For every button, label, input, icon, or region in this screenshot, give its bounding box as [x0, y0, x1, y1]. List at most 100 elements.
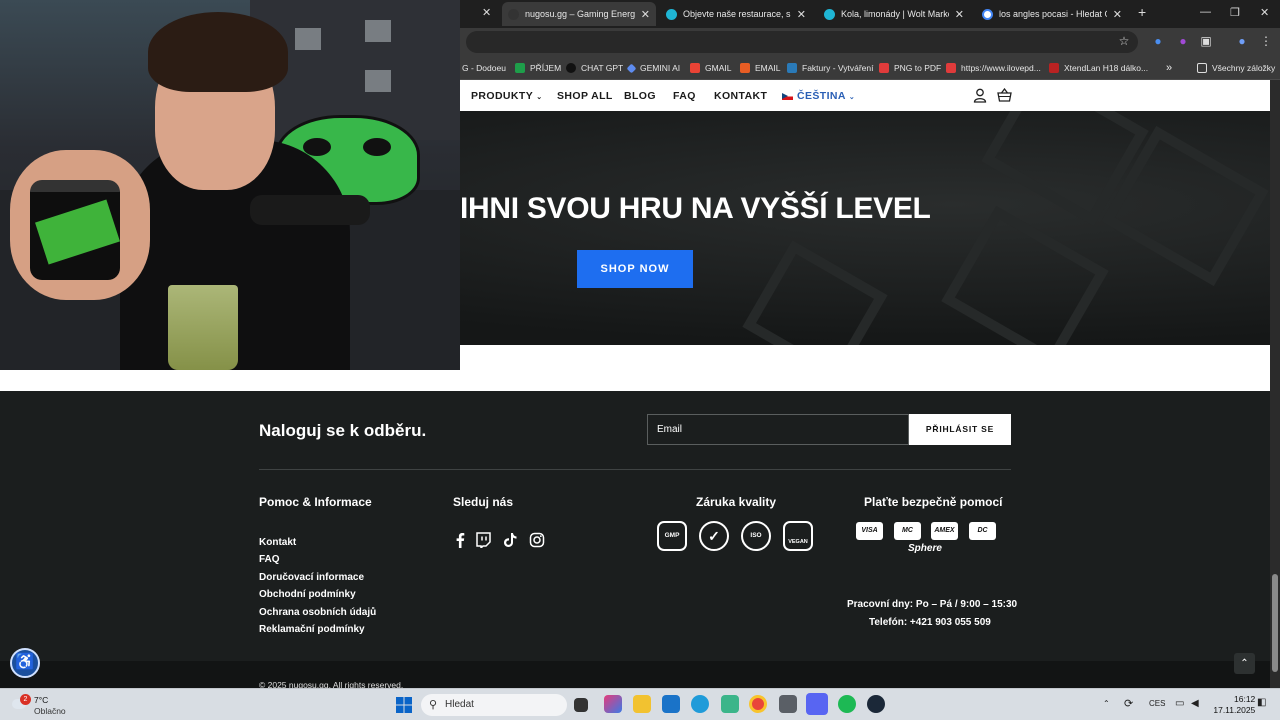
- gemini-icon: [626, 63, 637, 73]
- tiktok-icon[interactable]: [502, 532, 518, 548]
- start-icon[interactable]: [396, 697, 412, 713]
- network-icon[interactable]: ▭: [1175, 698, 1184, 709]
- footer-link-privacy[interactable]: Ochrana osobních údajů: [259, 607, 376, 618]
- new-tab-icon[interactable]: +: [1138, 4, 1146, 20]
- footer-link-kontakt[interactable]: Kontakt: [259, 537, 296, 548]
- folder-icon: [1197, 63, 1207, 73]
- close-icon[interactable]: ✕: [641, 8, 650, 21]
- chevron-down-icon: ⌄: [848, 94, 856, 101]
- extension-icon[interactable]: ●: [1151, 34, 1165, 48]
- instagram-icon[interactable]: [529, 532, 545, 548]
- sync-icon[interactable]: ⟳: [1124, 697, 1133, 710]
- tab-nugosu[interactable]: nugosu.gg – Gaming Energy ✕: [502, 2, 656, 26]
- nav-faq[interactable]: FAQ: [673, 90, 696, 102]
- payment-heading: Plaťte bezpečně pomocí: [864, 495, 1003, 509]
- url-field[interactable]: [466, 31, 1138, 53]
- footer-link-terms[interactable]: Obchodní podmínky: [259, 589, 356, 600]
- tab-restaurace[interactable]: Objevte naše restaurace, super ✕: [660, 2, 812, 26]
- tab-wolt-market[interactable]: Kola, limonády | Wolt Market M ✕: [818, 2, 970, 26]
- close-icon[interactable]: ✕: [1113, 8, 1122, 21]
- bookmark-item[interactable]: https://www.ilovepd...: [946, 61, 1041, 75]
- footer-link-faq[interactable]: FAQ: [259, 554, 280, 565]
- screen: ✕ nugosu.gg – Gaming Energy ✕ Objevte na…: [0, 0, 1280, 720]
- nav-blog[interactable]: BLOG: [624, 90, 656, 102]
- subscribe-button[interactable]: PŘIHLÁSIT SE: [909, 414, 1011, 445]
- close-icon[interactable]: ✕: [797, 8, 806, 21]
- edge-icon[interactable]: [691, 695, 709, 713]
- bookmark-item[interactable]: PŘÍJEM: [515, 61, 561, 75]
- calculator-icon[interactable]: [779, 695, 797, 713]
- phone-number[interactable]: Telefón: +421 903 055 509: [869, 617, 991, 628]
- close-icon[interactable]: ✕: [955, 8, 964, 21]
- google-favicon-icon: [982, 8, 993, 20]
- clock[interactable]: 16:12 17.11.2025: [1212, 694, 1255, 716]
- bookmark-label: GEMINI AI: [640, 63, 681, 73]
- bookmark-item[interactable]: PNG to PDF: [879, 61, 941, 75]
- footer-link-complaints[interactable]: Reklamační podmínky: [259, 624, 365, 635]
- accessibility-icon[interactable]: ♿: [10, 648, 40, 678]
- weather-widget[interactable]: 2 7°C Oblačno: [8, 693, 88, 717]
- tab-close-icon[interactable]: ✕: [482, 6, 491, 19]
- star-icon[interactable]: ☆: [1117, 34, 1131, 48]
- volume-icon[interactable]: ◀: [1191, 698, 1199, 709]
- notification-badge: 2: [20, 694, 31, 705]
- bookmark-item[interactable]: CHAT GPT: [566, 61, 623, 75]
- nav-kontakt[interactable]: KONTAKT: [714, 90, 767, 102]
- cart-icon[interactable]: [997, 88, 1012, 103]
- search-placeholder: Hledat: [445, 699, 474, 710]
- input-language[interactable]: CES: [1149, 699, 1165, 708]
- site-footer: Naloguj se k odběru. Email PŘIHLÁSIT SE …: [0, 391, 1270, 690]
- app-icon[interactable]: [721, 695, 739, 713]
- bookmark-item[interactable]: G - Dodoeu: [462, 61, 506, 75]
- email-field[interactable]: Email: [647, 414, 909, 445]
- tray-chevron-icon[interactable]: ⌃: [1103, 699, 1110, 708]
- nav-shop-all[interactable]: SHOP ALL: [557, 90, 613, 102]
- nav-produkty[interactable]: PRODUKTY ⌄: [471, 90, 543, 102]
- discord-icon[interactable]: [806, 693, 828, 715]
- shop-now-button[interactable]: SHOP NOW: [577, 250, 693, 288]
- bookmark-item[interactable]: EMAIL: [740, 61, 781, 75]
- scrollbar-thumb[interactable]: [1272, 574, 1278, 672]
- language-selector[interactable]: ČEŠTINA ⌄: [782, 90, 855, 102]
- bookmark-label: XtendLan H18 dálko...: [1064, 63, 1149, 73]
- bookmark-item[interactable]: XtendLan H18 dálko...: [1049, 61, 1148, 75]
- spotify-icon[interactable]: [838, 695, 856, 713]
- nav-label: PRODUKTY: [471, 90, 533, 102]
- file-explorer-icon[interactable]: [633, 695, 651, 713]
- window-close-icon[interactable]: ✕: [1260, 6, 1269, 19]
- gmp-badge-icon: GMP: [657, 521, 687, 551]
- facebook-icon[interactable]: [452, 532, 468, 548]
- profile-icon[interactable]: ●: [1235, 34, 1249, 48]
- nugosu-favicon-icon: [508, 8, 519, 20]
- help-heading: Pomoc & Informace: [259, 495, 372, 509]
- bookmark-item[interactable]: GEMINI AI: [626, 61, 681, 75]
- bookmark-item[interactable]: Faktury - Vytváření: [787, 61, 873, 75]
- tab-google[interactable]: los angles pocasi - Hledat Goo ✕: [976, 2, 1128, 26]
- hexagon-decoration: [941, 205, 1109, 345]
- notifications-icon[interactable]: ◧: [1257, 697, 1266, 708]
- ilovepdf-icon: [879, 63, 889, 73]
- footer-link-delivery[interactable]: Doručovací informace: [259, 572, 364, 583]
- minimize-icon[interactable]: —: [1200, 6, 1211, 18]
- chrome-icon[interactable]: [749, 695, 767, 713]
- twitch-icon[interactable]: [475, 532, 491, 548]
- restore-icon[interactable]: ❐: [1230, 6, 1240, 19]
- vegan-badge-icon: VEGAN: [783, 521, 813, 551]
- user-icon[interactable]: [973, 88, 987, 103]
- bookmarks-more-button[interactable]: »: [1166, 61, 1172, 75]
- steam-icon[interactable]: [867, 695, 885, 713]
- copilot-icon[interactable]: [604, 695, 622, 713]
- sheets-icon: [515, 63, 525, 73]
- page-scrollbar[interactable]: [1270, 80, 1280, 688]
- menu-dots-icon[interactable]: ⋮: [1259, 34, 1273, 48]
- scroll-to-top-button[interactable]: ⌃: [1234, 653, 1255, 674]
- bookmark-item[interactable]: GMAIL: [690, 61, 731, 75]
- bookmark-label: PNG to PDF: [894, 63, 942, 73]
- extension-icon[interactable]: ●: [1176, 34, 1190, 48]
- outlook-icon[interactable]: [662, 695, 680, 713]
- puzzle-icon[interactable]: ▣: [1199, 34, 1213, 48]
- taskbar-search[interactable]: ⚲ Hledat: [421, 694, 567, 716]
- clock-date: 17.11.2025: [1213, 705, 1256, 715]
- all-bookmarks-button[interactable]: Všechny záložky: [1197, 61, 1275, 75]
- task-view-icon[interactable]: [574, 698, 588, 712]
